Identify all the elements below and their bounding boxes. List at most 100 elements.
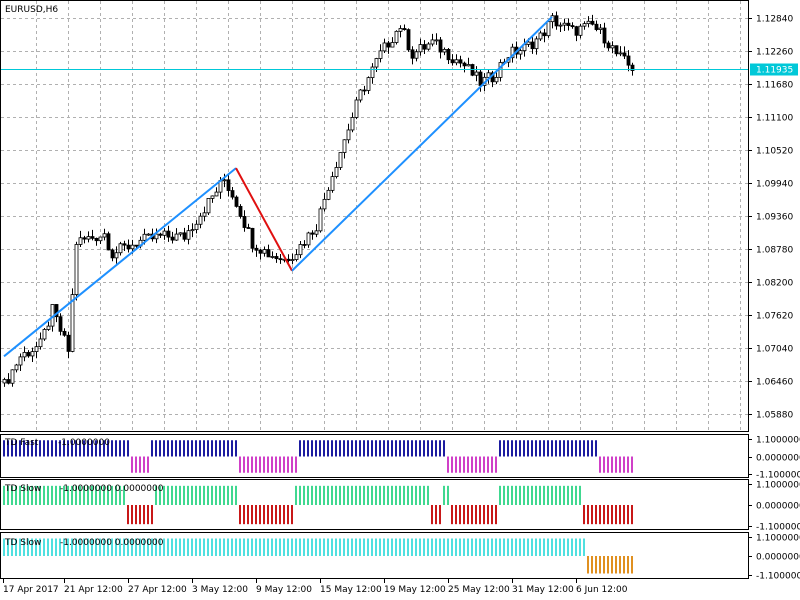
histogram-bar (587, 505, 589, 525)
histogram-bar (203, 485, 205, 505)
histogram-bar (39, 440, 41, 457)
histogram-bar (139, 505, 141, 525)
histogram-bar (235, 485, 237, 505)
current-price-badge: 1.11935 (750, 63, 798, 76)
histogram-bar (543, 538, 545, 556)
histogram-bar (331, 538, 333, 556)
histogram-bar (579, 440, 581, 457)
histogram-bar (579, 485, 581, 505)
histogram-bar (519, 538, 521, 556)
histogram-bar (627, 505, 629, 525)
candle (74, 241, 79, 301)
candle (338, 152, 343, 170)
histogram-bar (487, 505, 489, 525)
histogram-bar (599, 556, 601, 574)
panel-tick-label: -1.1000000 (756, 471, 800, 481)
histogram-bar (339, 538, 341, 556)
histogram-bar (371, 485, 373, 505)
histogram-bar (379, 538, 381, 556)
histogram-bar (343, 440, 345, 457)
histogram-bar (179, 538, 181, 556)
time-axis[interactable]: 17 Apr 2017 21 Apr 12:00 27 Apr 12:00 3 May… (3, 579, 628, 595)
histogram-bar (591, 556, 593, 574)
histogram-bar (407, 440, 409, 457)
histogram-bar (327, 485, 329, 505)
histogram-bar (483, 538, 485, 556)
td-fast-axis: 1.1000000 0.0000000 -1.1000000 (748, 436, 800, 481)
histogram-bar (283, 538, 285, 556)
histogram-bar (223, 440, 225, 457)
histogram-bar (463, 538, 465, 556)
histogram-bar (627, 456, 629, 473)
histogram-bar (551, 538, 553, 556)
histogram-bar (303, 485, 305, 505)
histogram-bar (151, 505, 153, 525)
histogram-bar (239, 505, 241, 525)
panel-tick-label: 1.1000000 (756, 534, 800, 544)
histogram-bar (251, 456, 253, 473)
histogram-bar (563, 440, 565, 457)
chart-canvas[interactable]: EURUSD,H6 1.12840 1.12260 1.11680 1.11100 1.… (0, 0, 800, 600)
histogram-bar (183, 485, 185, 505)
histogram-bar (547, 485, 549, 505)
histogram-bar (519, 485, 521, 505)
histogram-bar (543, 485, 545, 505)
histogram-bar (615, 556, 617, 574)
histogram-bar (575, 440, 577, 457)
histogram-bar (415, 538, 417, 556)
histogram-bar (583, 505, 585, 525)
price-tick-label: 1.09360 (756, 213, 793, 223)
histogram-bar (207, 538, 209, 556)
histogram-bar (399, 538, 401, 556)
candle (238, 204, 243, 219)
histogram-bar (495, 456, 497, 473)
histogram-bar (559, 485, 561, 505)
histogram-bar (455, 505, 457, 525)
histogram-bar (355, 485, 357, 505)
price-tick-label: 1.10520 (756, 147, 793, 157)
histogram-bar (555, 440, 557, 457)
histogram-bar (267, 456, 269, 473)
histogram-bar (239, 456, 241, 473)
histogram-bar (603, 556, 605, 574)
histogram-bar (623, 505, 625, 525)
histogram-bar (287, 538, 289, 556)
histogram-bar (255, 505, 257, 525)
histogram-bar (147, 505, 149, 525)
histogram-bar (559, 440, 561, 457)
histogram-bar (211, 440, 213, 457)
td-slow-2-title: TD Slow (4, 538, 41, 548)
histogram-bar (515, 485, 517, 505)
histogram-bar (371, 538, 373, 556)
histogram-bar (515, 440, 517, 457)
histogram-bar (403, 485, 405, 505)
histogram-bar (223, 538, 225, 556)
histogram-bar (415, 440, 417, 457)
histogram-bar (335, 440, 337, 457)
histogram-bar (347, 485, 349, 505)
histogram-bar (271, 456, 273, 473)
price-tick-label: 1.05880 (756, 411, 793, 421)
histogram-bar (367, 440, 369, 457)
histogram-bar (479, 505, 481, 525)
histogram-bar (607, 456, 609, 473)
histogram-bar (375, 538, 377, 556)
histogram-bar (531, 485, 533, 505)
histogram-bar (403, 440, 405, 457)
histogram-bar (271, 538, 273, 556)
histogram-bar (443, 538, 445, 556)
histogram-bar (195, 485, 197, 505)
histogram-bar (363, 538, 365, 556)
histogram-bar (115, 440, 117, 457)
histogram-bar (275, 505, 277, 525)
histogram-bar (379, 440, 381, 457)
price-tick-label: 1.12260 (756, 48, 793, 58)
time-tick-label: 3 May 12:00 (192, 585, 248, 595)
panel-tick-label: -1.1000000 (756, 523, 800, 533)
histogram-bar (195, 440, 197, 457)
histogram-bar (227, 440, 229, 457)
candle (318, 206, 323, 233)
histogram-bar (479, 456, 481, 473)
histogram-bar (443, 485, 445, 505)
price-tick-label: 1.12840 (756, 15, 793, 25)
